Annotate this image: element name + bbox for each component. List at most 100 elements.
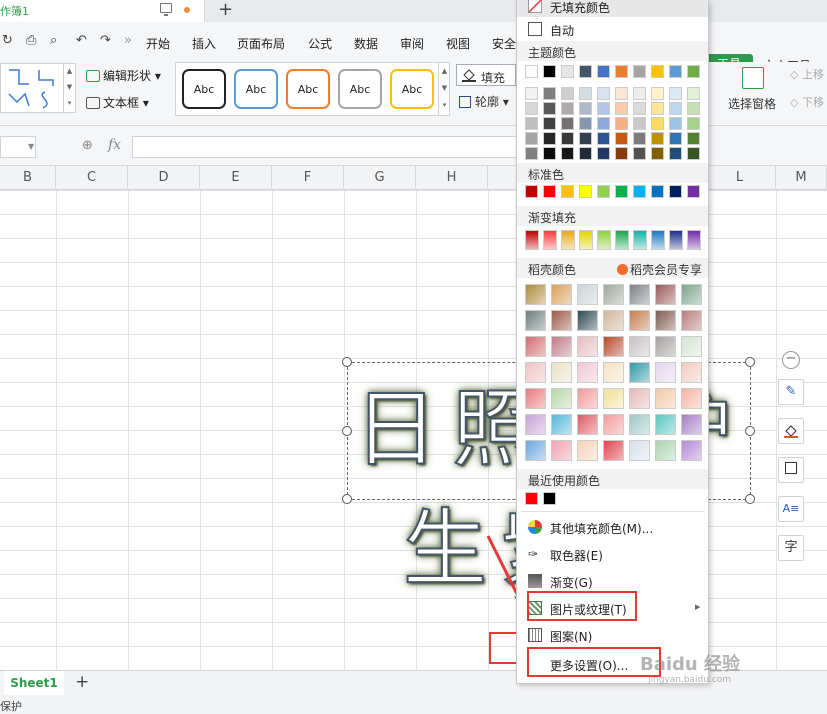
theme-shade-swatch[interactable]: [543, 132, 556, 145]
pen-icon[interactable]: ✎: [778, 379, 804, 405]
docer-color-swatch[interactable]: [629, 336, 650, 357]
theme-shade-swatch[interactable]: [687, 147, 700, 160]
docer-color-swatch[interactable]: [603, 310, 624, 331]
tab-security[interactable]: 安全: [492, 35, 516, 52]
theme-shade-swatch[interactable]: [615, 87, 628, 100]
standard-color-swatch[interactable]: [561, 185, 574, 198]
resize-handle[interactable]: [342, 426, 352, 436]
theme-shade-swatch[interactable]: [669, 117, 682, 130]
theme-shade-swatch[interactable]: [633, 147, 646, 160]
resize-handle[interactable]: [745, 494, 755, 504]
theme-color-swatch[interactable]: [579, 65, 592, 78]
theme-shade-swatch[interactable]: [615, 117, 628, 130]
text-box-icon[interactable]: A≡: [778, 496, 804, 522]
gallery-scroll[interactable]: ▲ ▼ ▾: [63, 63, 75, 113]
column-header[interactable]: G: [344, 166, 416, 190]
tab-view[interactable]: 视图: [446, 35, 470, 52]
theme-shade-swatch[interactable]: [633, 132, 646, 145]
docer-color-swatch[interactable]: [655, 388, 676, 409]
recent-color-swatch[interactable]: [525, 492, 538, 505]
function-icon[interactable]: fx: [108, 137, 121, 153]
docer-color-swatch[interactable]: [551, 414, 572, 435]
docer-color-swatch[interactable]: [551, 336, 572, 357]
docer-color-swatch[interactable]: [655, 336, 676, 357]
docer-color-swatch[interactable]: [603, 440, 624, 461]
theme-shade-swatch[interactable]: [651, 147, 664, 160]
style-option[interactable]: Abc: [286, 69, 330, 109]
gradient-fill-swatch[interactable]: [651, 230, 665, 250]
tab-data[interactable]: 数据: [354, 35, 378, 52]
column-header[interactable]: D: [128, 166, 200, 190]
print-preview-icon[interactable]: ⌕: [50, 34, 64, 48]
resize-handle[interactable]: [745, 357, 755, 367]
standard-color-swatch[interactable]: [579, 185, 592, 198]
docer-color-swatch[interactable]: [603, 284, 624, 305]
theme-color-swatch[interactable]: [651, 65, 664, 78]
standard-color-swatch[interactable]: [651, 185, 664, 198]
theme-shade-swatch[interactable]: [579, 87, 592, 100]
theme-shade-swatch[interactable]: [579, 102, 592, 115]
docer-color-swatch[interactable]: [655, 362, 676, 383]
theme-shade-swatch[interactable]: [669, 87, 682, 100]
theme-shade-swatch[interactable]: [633, 102, 646, 115]
automatic-option[interactable]: 自动: [517, 18, 708, 40]
docer-color-swatch[interactable]: [525, 310, 546, 331]
style-gallery-scroll[interactable]: ▲ ▼ ▾: [438, 63, 450, 115]
docer-color-swatch[interactable]: [525, 414, 546, 435]
theme-color-swatch[interactable]: [669, 65, 682, 78]
redo-arrow-icon[interactable]: ↷: [100, 34, 114, 48]
docer-color-swatch[interactable]: [603, 362, 624, 383]
no-fill-option[interactable]: 无填充颜色: [517, 0, 708, 17]
column-header[interactable]: C: [56, 166, 128, 190]
docer-color-swatch[interactable]: [681, 284, 702, 305]
docer-color-swatch[interactable]: [525, 440, 546, 461]
standard-color-swatch[interactable]: [633, 185, 646, 198]
theme-shade-swatch[interactable]: [615, 147, 628, 160]
tab-formulas[interactable]: 公式: [308, 35, 332, 52]
column-header[interactable]: M: [776, 166, 827, 190]
docer-color-swatch[interactable]: [655, 284, 676, 305]
theme-shade-swatch[interactable]: [651, 117, 664, 130]
column-header[interactable]: F: [272, 166, 344, 190]
theme-color-swatch[interactable]: [525, 65, 538, 78]
gradient-fill-swatch[interactable]: [633, 230, 647, 250]
theme-shade-swatch[interactable]: [561, 87, 574, 100]
theme-shade-swatch[interactable]: [597, 147, 610, 160]
theme-shade-swatch[interactable]: [615, 132, 628, 145]
theme-shade-swatch[interactable]: [633, 87, 646, 100]
gradient-fill-swatch[interactable]: [687, 230, 701, 250]
zoom-icon[interactable]: ⊕: [82, 138, 93, 153]
theme-shade-swatch[interactable]: [669, 147, 682, 160]
standard-color-swatch[interactable]: [687, 185, 700, 198]
theme-color-swatch[interactable]: [597, 65, 610, 78]
sheet-tab[interactable]: Sheet1: [4, 671, 64, 695]
column-header[interactable]: H: [416, 166, 488, 190]
theme-shade-swatch[interactable]: [597, 87, 610, 100]
standard-color-swatch[interactable]: [543, 185, 556, 198]
bring-forward-button[interactable]: ◇ 上移: [790, 66, 824, 82]
theme-color-swatch[interactable]: [633, 65, 646, 78]
selection-pane-button[interactable]: 选择窗格: [728, 95, 776, 112]
gradient-fill-swatch[interactable]: [543, 230, 557, 250]
eyedropper-item[interactable]: ✑ 取色器(E): [517, 543, 708, 565]
gradient-fill-swatch[interactable]: [525, 230, 539, 250]
theme-shade-swatch[interactable]: [579, 147, 592, 160]
theme-shade-swatch[interactable]: [597, 117, 610, 130]
docer-color-swatch[interactable]: [629, 310, 650, 331]
gradient-fill-swatch[interactable]: [615, 230, 629, 250]
theme-shade-swatch[interactable]: [615, 102, 628, 115]
theme-shade-swatch[interactable]: [543, 87, 556, 100]
theme-shade-swatch[interactable]: [633, 117, 646, 130]
resize-handle[interactable]: [342, 357, 352, 367]
theme-shade-swatch[interactable]: [687, 132, 700, 145]
docer-color-swatch[interactable]: [655, 440, 676, 461]
theme-shade-swatch[interactable]: [597, 102, 610, 115]
standard-color-swatch[interactable]: [597, 185, 610, 198]
column-header[interactable]: L: [704, 166, 776, 190]
theme-shade-swatch[interactable]: [561, 132, 574, 145]
column-header[interactable]: B: [0, 166, 56, 190]
fill-bucket-icon[interactable]: [778, 418, 804, 444]
docer-color-swatch[interactable]: [577, 336, 598, 357]
monitor-icon[interactable]: [160, 3, 172, 16]
docer-color-swatch[interactable]: [525, 362, 546, 383]
